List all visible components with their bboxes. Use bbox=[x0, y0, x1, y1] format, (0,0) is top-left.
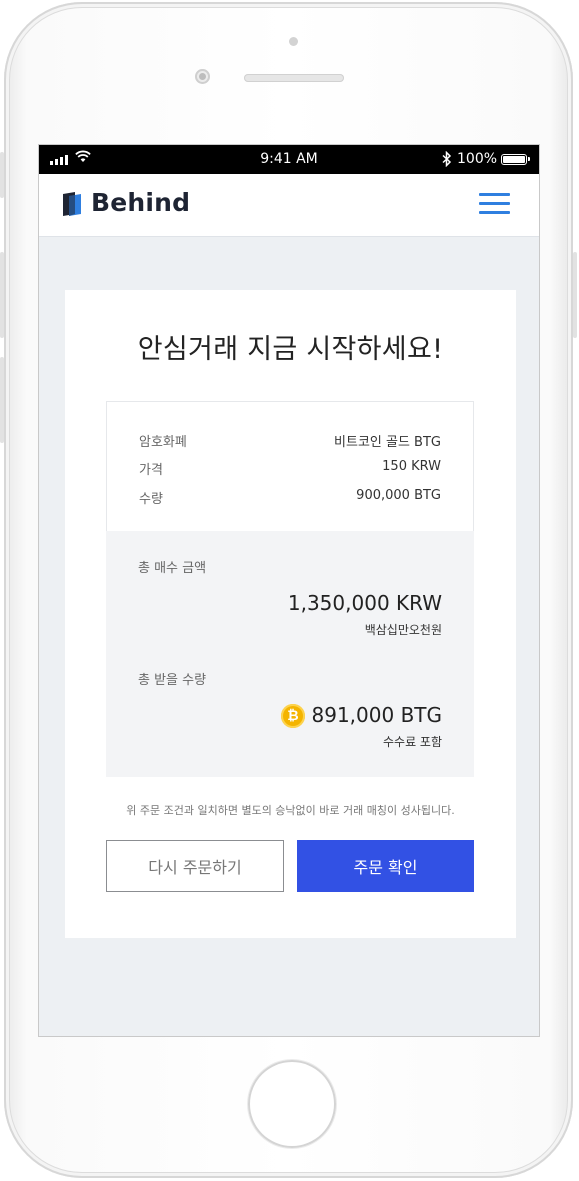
home-button[interactable] bbox=[248, 1060, 336, 1148]
detail-value: 150 KRW bbox=[382, 459, 441, 474]
order-card: 안심거래 지금 시작하세요! 암호화폐 비트코인 골드 BTG 가격 150 K… bbox=[65, 290, 516, 938]
detail-row: 가격 150 KRW bbox=[139, 459, 441, 478]
proximity-sensor bbox=[289, 37, 298, 46]
confirm-order-button[interactable]: 주문 확인 bbox=[297, 840, 474, 892]
front-camera bbox=[195, 69, 210, 84]
total-purchase-korean: 백삼십만오천원 bbox=[364, 623, 442, 637]
battery-icon bbox=[501, 154, 530, 165]
detail-value: 비트코인 골드 BTG bbox=[334, 435, 441, 450]
bitcoin-coin-icon: ₿ bbox=[281, 704, 305, 728]
detail-row: 수량 900,000 BTG bbox=[139, 488, 441, 507]
fee-included-note: 수수료 포함 bbox=[382, 735, 442, 749]
earpiece-speaker bbox=[244, 74, 344, 82]
detail-row: 암호화폐 비트코인 골드 BTG bbox=[139, 431, 441, 450]
order-summary: 총 매수 금액 1,350,000 KRW 백삼십만오천원 총 받을 수량 ₿ … bbox=[106, 531, 474, 777]
total-purchase-label: 총 매수 금액 bbox=[138, 561, 207, 576]
volume-up-button bbox=[0, 252, 4, 338]
total-receive-amount: 891,000 BTG bbox=[311, 703, 443, 727]
detail-label: 가격 bbox=[139, 463, 163, 478]
logo-icon bbox=[63, 192, 81, 216]
hamburger-menu-icon[interactable] bbox=[479, 193, 511, 215]
mute-switch bbox=[0, 152, 4, 198]
total-purchase-amount: 1,350,000 KRW bbox=[287, 591, 442, 615]
screen: 9:41 AM 100% Behind 안심거래 지금 시작하세요! 암호화폐 … bbox=[39, 145, 539, 1036]
page-title: 안심거래 지금 시작하세요! bbox=[137, 334, 444, 365]
app-header: Behind bbox=[39, 174, 539, 237]
bluetooth-icon bbox=[442, 151, 452, 167]
total-receive-label: 총 받을 수량 bbox=[138, 673, 207, 688]
volume-down-button bbox=[0, 357, 4, 443]
detail-label: 수량 bbox=[139, 492, 163, 507]
status-bar: 9:41 AM 100% bbox=[39, 145, 539, 174]
battery-percentage: 100% bbox=[457, 151, 498, 167]
logo-text[interactable]: Behind bbox=[91, 188, 190, 217]
detail-value: 900,000 BTG bbox=[356, 488, 441, 503]
detail-label: 암호화폐 bbox=[139, 435, 187, 450]
order-notice: 위 주문 조건과 일치하면 별도의 승낙없이 바로 거래 매칭이 성사됩니다. bbox=[126, 804, 455, 817]
order-details: 암호화폐 비트코인 골드 BTG 가격 150 KRW 수량 900,000 B… bbox=[106, 401, 474, 531]
reorder-button[interactable]: 다시 주문하기 bbox=[106, 840, 284, 892]
power-button bbox=[573, 252, 577, 338]
